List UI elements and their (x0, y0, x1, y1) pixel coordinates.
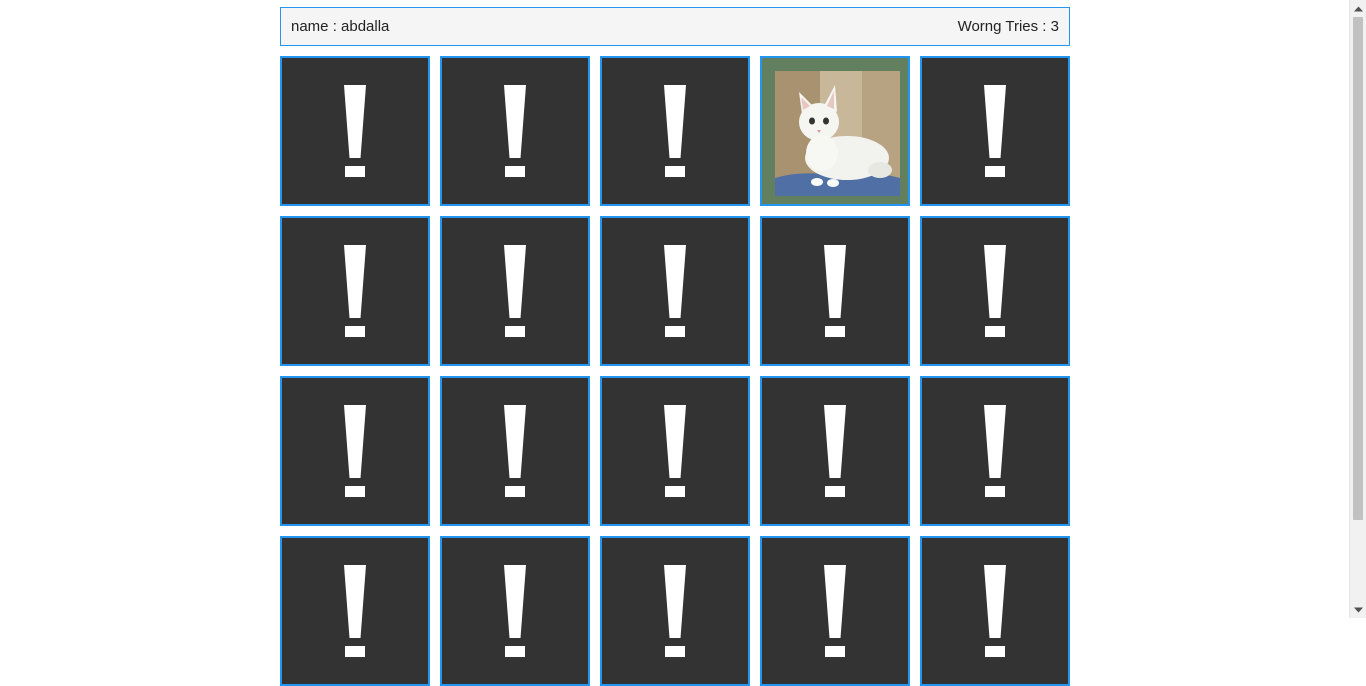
memory-card[interactable] (280, 376, 430, 526)
vertical-scrollbar[interactable] (1349, 0, 1366, 618)
wrong-tries-counter: Worng Tries : 3 (957, 18, 1059, 35)
memory-card[interactable] (920, 536, 1070, 686)
memory-card[interactable] (760, 216, 910, 366)
exclamation-icon (504, 565, 526, 657)
game-info-bar: name : abdalla Worng Tries : 3 (280, 7, 1070, 46)
cat-image (775, 71, 900, 196)
exclamation-icon (984, 565, 1006, 657)
memory-card[interactable] (600, 56, 750, 206)
memory-card[interactable] (920, 56, 1070, 206)
memory-card[interactable] (600, 536, 750, 686)
memory-card[interactable] (760, 376, 910, 526)
memory-card[interactable] (280, 56, 430, 206)
exclamation-icon (664, 405, 686, 497)
exclamation-icon (344, 245, 366, 337)
memory-card[interactable] (280, 216, 430, 366)
memory-card[interactable] (280, 536, 430, 686)
exclamation-icon (824, 245, 846, 337)
exclamation-icon (664, 565, 686, 657)
exclamation-icon (504, 85, 526, 177)
memory-card-flipped[interactable] (760, 56, 910, 206)
scroll-up-arrow-icon[interactable] (1350, 0, 1366, 17)
memory-card[interactable] (440, 536, 590, 686)
exclamation-icon (504, 405, 526, 497)
exclamation-icon (984, 405, 1006, 497)
exclamation-icon (824, 405, 846, 497)
memory-card[interactable] (440, 216, 590, 366)
exclamation-icon (984, 85, 1006, 177)
memory-card[interactable] (440, 56, 590, 206)
memory-card[interactable] (760, 536, 910, 686)
memory-card[interactable] (920, 376, 1070, 526)
exclamation-icon (824, 565, 846, 657)
exclamation-icon (664, 245, 686, 337)
exclamation-icon (504, 245, 526, 337)
memory-board (280, 56, 1070, 686)
memory-card[interactable] (600, 376, 750, 526)
memory-card[interactable] (600, 216, 750, 366)
exclamation-icon (344, 85, 366, 177)
exclamation-icon (984, 245, 1006, 337)
memory-card[interactable] (440, 376, 590, 526)
player-name: name : abdalla (291, 18, 390, 35)
scrollbar-thumb[interactable] (1353, 17, 1363, 520)
memory-card[interactable] (920, 216, 1070, 366)
scroll-down-arrow-icon[interactable] (1350, 601, 1366, 618)
exclamation-icon (664, 85, 686, 177)
exclamation-icon (344, 405, 366, 497)
exclamation-icon (344, 565, 366, 657)
